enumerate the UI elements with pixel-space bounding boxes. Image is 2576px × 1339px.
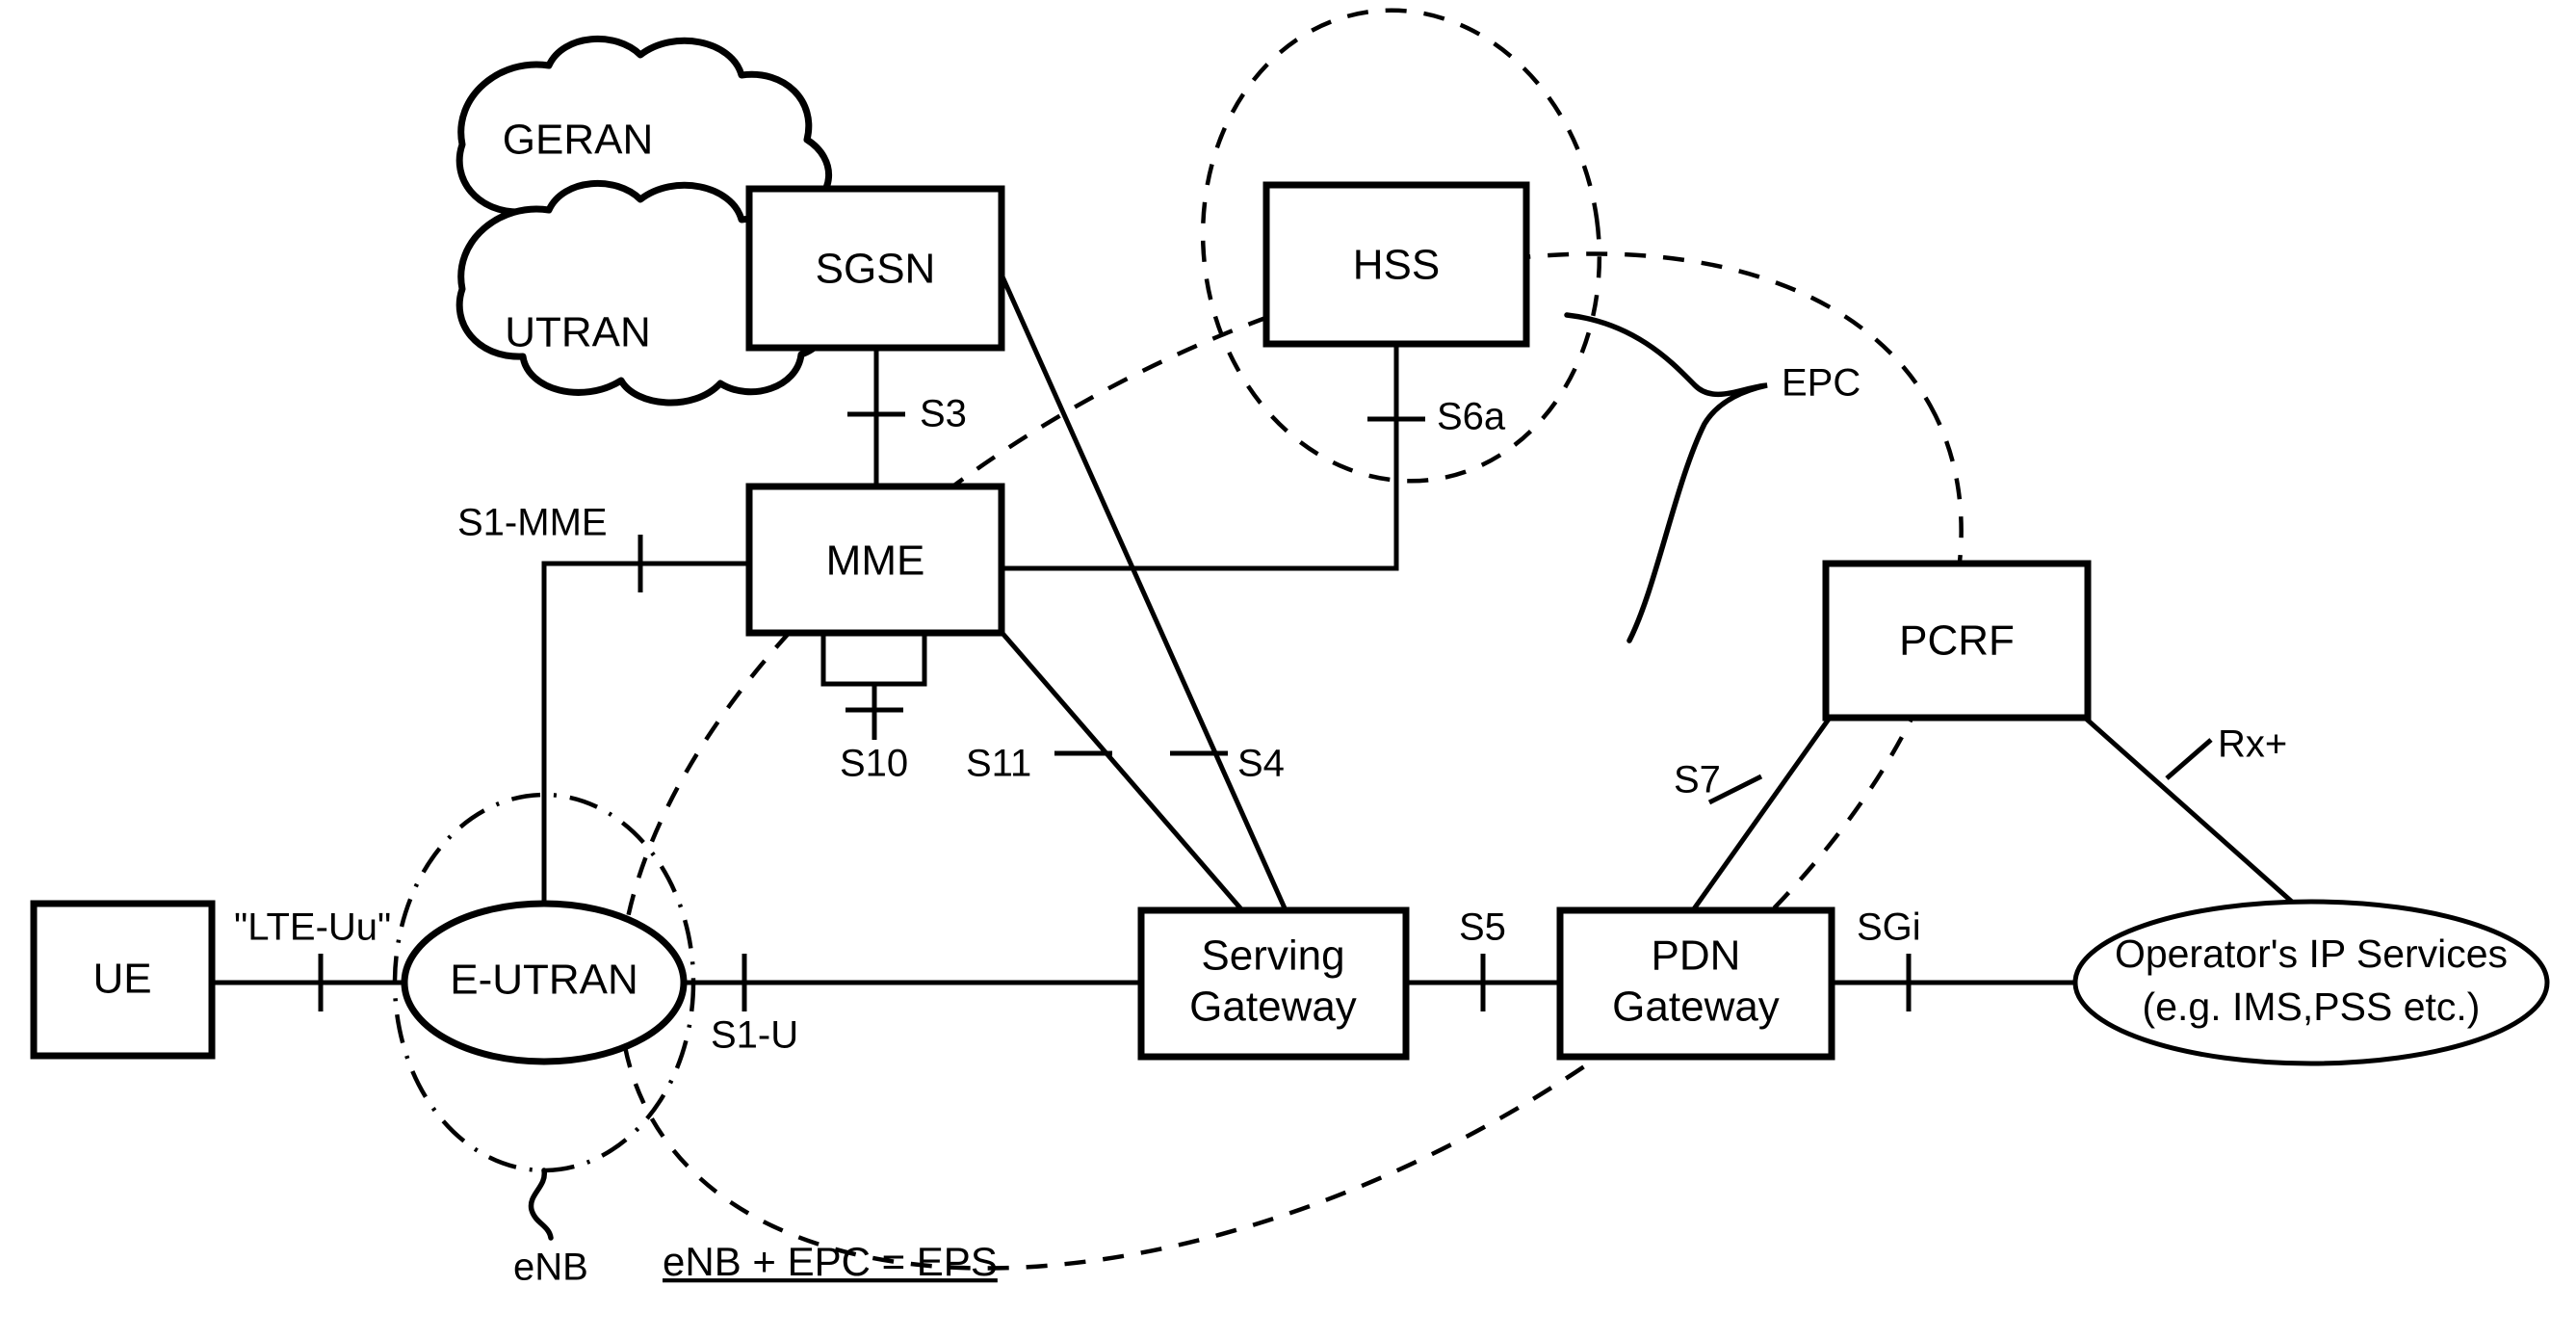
mme-node: MME — [745, 483, 1005, 637]
link-s10 — [820, 631, 927, 687]
sgsn-label: SGSN — [816, 246, 936, 293]
epc-brace — [1564, 312, 1768, 643]
eps-equation-label: eNB + EPC = EPS — [663, 1239, 998, 1284]
pcrf-label: PCRF — [1899, 617, 2015, 665]
tick-rx-plus — [2165, 738, 2213, 780]
serving-gateway-node: Serving Gateway — [1137, 906, 1410, 1061]
utran-label: UTRAN — [505, 309, 651, 356]
pdn-gateway-node: PDN Gateway — [1556, 906, 1835, 1061]
mme-label: MME — [826, 538, 925, 585]
s10-label: S10 — [840, 743, 908, 785]
geran-label: GERAN — [503, 117, 653, 164]
ip-services-label-line1: Operator's IP Services — [2115, 932, 2508, 976]
serving-gateway-label-line2: Gateway — [1189, 984, 1357, 1031]
serving-gateway-label-line1: Serving — [1201, 932, 1344, 980]
s7-label: S7 — [1674, 759, 1721, 801]
diagram-canvas: GERAN UTRAN SGSN HSS MME UE E-UTRAN Serv… — [0, 0, 2576, 1339]
s5-label: S5 — [1459, 906, 1506, 949]
rx-plus-label: Rx+ — [2218, 723, 2287, 766]
s11-label: S11 — [966, 743, 1031, 785]
enb-label: eNB — [513, 1247, 588, 1289]
link-s7 — [1690, 716, 1833, 912]
sgi-label: SGi — [1857, 906, 1921, 949]
pdn-gateway-label-line2: Gateway — [1612, 984, 1780, 1031]
ip-services-label-line2: (e.g. IMS,PSS etc.) — [2143, 985, 2481, 1029]
pcrf-node: PCRF — [1822, 560, 2092, 722]
epc-label: EPC — [1782, 362, 1860, 405]
ue-label: UE — [92, 956, 151, 1003]
sgsn-node: SGSN — [745, 185, 1005, 352]
pdn-gateway-label-line1: PDN — [1652, 932, 1741, 980]
link-s6a — [1002, 347, 1399, 571]
hss-label: HSS — [1353, 242, 1440, 289]
s3-label: S3 — [920, 393, 967, 435]
s1-u-label: S1-U — [711, 1014, 798, 1057]
hss-node: HSS — [1262, 181, 1530, 348]
s6a-label: S6a — [1437, 396, 1506, 438]
lte-uu-label: "LTE-Uu" — [234, 906, 391, 949]
eutran-node: E-UTRAN — [401, 900, 688, 1065]
s1-mme-label: S1-MME — [457, 502, 608, 544]
ue-node: UE — [30, 900, 216, 1060]
ip-services-node: Operator's IP Services (e.g. IMS,PSS etc… — [2072, 899, 2550, 1066]
lte-architecture-svg: GERAN UTRAN SGSN HSS MME UE E-UTRAN Serv… — [30, 8, 2550, 1289]
eutran-label: E-UTRAN — [450, 957, 638, 1004]
enb-pointer — [528, 1168, 554, 1241]
s4-label: S4 — [1237, 743, 1285, 785]
